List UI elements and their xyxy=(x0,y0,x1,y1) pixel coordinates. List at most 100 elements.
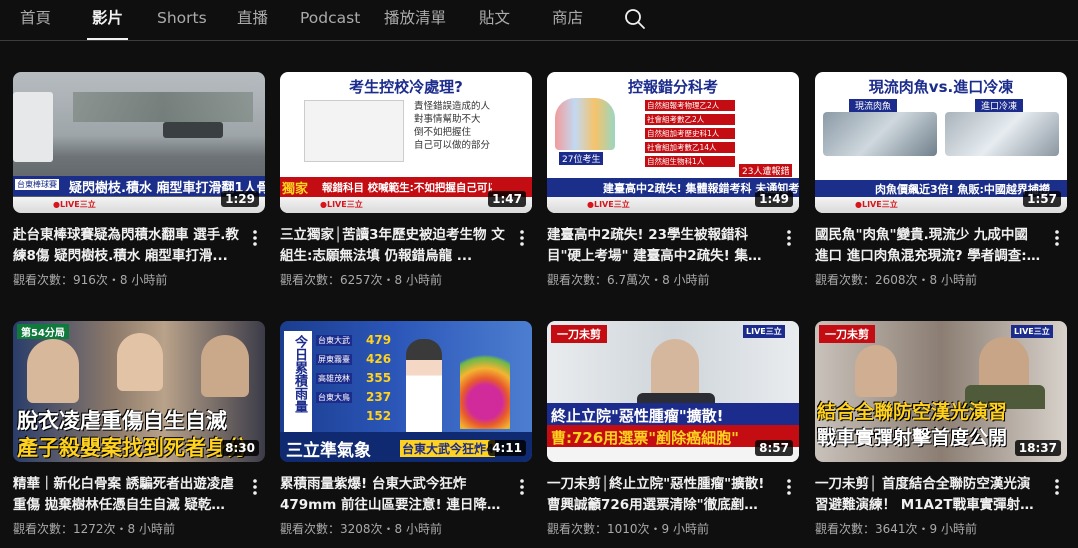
video-meta: 觀看次數：1272次・8 小時前 xyxy=(13,522,175,536)
live-badge: LIVE三立 xyxy=(1011,325,1053,338)
tab-shorts[interactable]: Shorts xyxy=(157,0,207,40)
treeline xyxy=(73,92,253,122)
duration-badge: 1:29 xyxy=(221,191,259,207)
more-vert-icon xyxy=(787,230,791,246)
fish-photo-right xyxy=(945,112,1059,156)
banner-text: 台東大武今狂炸479 xyxy=(400,440,495,457)
duration-badge: 8:57 xyxy=(755,440,793,456)
thumb-note: 責怪錯誤造成的人 對事情幫助不大 倒不如把握住 自己可以做的部分 xyxy=(414,100,524,170)
more-vert-icon xyxy=(1055,479,1059,495)
tab-home[interactable]: 首頁 xyxy=(20,0,51,40)
more-actions-button[interactable] xyxy=(512,475,532,499)
video-title[interactable]: 三立獨家│苦讀3年歷史被迫考生物 文組生:志願無法填 仍報錯烏龍 ... xyxy=(280,225,506,267)
more-actions-button[interactable] xyxy=(512,226,532,250)
video-card: 今日累積雨量 台東大武 479 屏東霧臺 426 高雄茂林 355 台東大鳥 237 1… xyxy=(280,321,532,541)
video-meta: 觀看次數：3208次・8 小時前 xyxy=(280,522,442,536)
thumb-heading: 控報錯分科考 xyxy=(627,78,718,96)
tab-posts[interactable]: 貼文 xyxy=(479,0,510,40)
video-card: 考生控校冷處理? 責怪錯誤造成的人 對事情幫助不大 倒不如把握住 自己可以做的部… xyxy=(280,72,532,292)
thumb-heading: 考生控校冷處理? xyxy=(349,78,463,96)
video-card: 台東棒球賽 疑閃樹枝.積水 廂型車打滑翻1人骨折 ●LIVE三立 1:29 赴台… xyxy=(13,72,265,292)
thumb-tag: 第54分局 xyxy=(17,324,69,339)
rainfall-map xyxy=(460,339,510,429)
more-vert-icon xyxy=(520,230,524,246)
presenter-figure xyxy=(406,339,442,435)
speaker-photo xyxy=(651,339,699,401)
video-card: 控報錯分科考 27位考生 自然組報考物理乙2人 社會組考數乙2人 自然組加考歷史… xyxy=(547,72,799,292)
thumb-headline: 終止立院"惡性腫瘤"擴散! xyxy=(547,403,799,425)
video-thumbnail[interactable]: 台東棒球賽 疑閃樹枝.積水 廂型車打滑翻1人骨折 ●LIVE三立 1:29 xyxy=(13,72,265,213)
truck-shape xyxy=(13,92,53,162)
more-actions-button[interactable] xyxy=(1047,226,1067,250)
tab-podcast[interactable]: Podcast xyxy=(300,0,360,40)
tab-store[interactable]: 商店 xyxy=(552,0,583,40)
duration-badge: 18:37 xyxy=(1014,440,1061,456)
search-icon xyxy=(625,9,645,29)
more-actions-button[interactable] xyxy=(245,475,265,499)
rain-value: 426 xyxy=(366,352,392,366)
more-vert-icon xyxy=(520,479,524,495)
tab-playlists[interactable]: 播放清單 xyxy=(384,0,446,40)
video-thumbnail[interactable]: 一刀未剪 LIVE三立 結合全聯防空漢光演習 戰車實彈射擊首度公開 18:37 xyxy=(815,321,1067,462)
more-actions-button[interactable] xyxy=(245,226,265,250)
place-name: 台東大武 xyxy=(316,335,352,346)
thumb-headline: 結合全聯防空漢光演習 xyxy=(817,401,1008,423)
video-thumbnail[interactable]: 今日累積雨量 台東大武 479 屏東霧臺 426 高雄茂林 355 台東大鳥 237 1… xyxy=(280,321,532,462)
more-vert-icon xyxy=(787,479,791,495)
place-name: 高雄茂林 xyxy=(316,373,352,384)
thumb-rows: 自然組報考物理乙2人 社會組考數乙2人 自然組加考歷史科1人 社會組加考數乙14… xyxy=(645,100,735,170)
video-thumbnail[interactable]: 一刀未剪 LIVE三立 終止立院"惡性腫瘤"擴散! 曹:726用選票"剷除癌細胞… xyxy=(547,321,799,462)
thumb-headline: 脫衣凌虐重傷自生自滅 xyxy=(17,409,227,433)
document-shape xyxy=(304,100,404,162)
left-label: 現流肉魚 xyxy=(849,99,898,112)
video-title[interactable]: 赴台東棒球賽疑為閃積水翻車 選手.教練8傷 疑閃樹枝.積水 廂型車打滑... xyxy=(13,225,239,267)
duration-badge: 8:30 xyxy=(221,440,259,456)
more-vert-icon xyxy=(253,230,257,246)
video-title[interactable]: 精華｜新化白骨案 誘騙死者出遊凌虐重傷 拋棄樹林任憑自生自滅 疑乾爹... xyxy=(13,474,239,516)
video-meta: 觀看次數：3641次・9 小時前 xyxy=(815,522,977,536)
video-thumbnail[interactable]: 考生控校冷處理? 責怪錯誤造成的人 對事情幫助不大 倒不如把握住 自己可以做的部… xyxy=(280,72,532,213)
channel-tab-bar: 首頁 影片 Shorts 直播 Podcast 播放清單 貼文 商店 xyxy=(0,0,1078,41)
banner-tag: 台東棒球賽 xyxy=(15,179,59,190)
video-title[interactable]: 國民魚"肉魚"變貴.現流少 九成中國進口 進口肉魚混充現流? 學者調查:中... xyxy=(815,225,1041,267)
search-button[interactable] xyxy=(622,6,648,32)
video-thumbnail[interactable]: 控報錯分科考 27位考生 自然組報考物理乙2人 社會組考數乙2人 自然組加考歷史… xyxy=(547,72,799,213)
video-meta: 觀看次數：6.7萬次・8 小時前 xyxy=(547,273,710,287)
video-thumbnail[interactable]: 現流肉魚vs.進口冷凍 現流肉魚 進口冷凍 肉魚價飆近3倍! 魚販:中國越界捕撈… xyxy=(815,72,1067,213)
place-name: 屏東霧臺 xyxy=(316,354,352,365)
person-photo xyxy=(27,339,79,403)
rain-value: 479 xyxy=(366,333,392,347)
duration-badge: 4:11 xyxy=(488,440,526,456)
video-title[interactable]: 一刀未剪│ 首度結合全聯防空漢光演習避難演練！ M1A2T戰車實彈射擊... xyxy=(815,474,1041,516)
side-label: 今日累積雨量 xyxy=(292,335,307,413)
more-actions-button[interactable] xyxy=(779,226,799,250)
more-actions-button[interactable] xyxy=(779,475,799,499)
tab-live[interactable]: 直播 xyxy=(237,0,268,40)
more-actions-button[interactable] xyxy=(1047,475,1067,499)
video-meta: 觀看次數：6257次・8 小時前 xyxy=(280,273,442,287)
banner-tag: 獨家 xyxy=(282,182,309,197)
van-shape xyxy=(163,122,223,138)
rain-value: 355 xyxy=(366,371,392,385)
rainfall-list: 台東大武 479 屏東霧臺 426 高雄茂林 355 台東大鳥 237 152 xyxy=(316,333,402,428)
person-photo xyxy=(117,333,163,391)
video-meta: 觀看次數：2608次・8 小時前 xyxy=(815,273,977,287)
tab-videos[interactable]: 影片 xyxy=(86,0,129,40)
row-label: 自然組加考歷史科1人 xyxy=(645,128,735,139)
show-logo: 一刀未剪 xyxy=(551,325,607,343)
video-title[interactable]: 建臺高中2疏失! 23學生被報錯科目"硬上考場" 建臺高中2疏失! 集體... xyxy=(547,225,773,267)
video-title[interactable]: 一刀未剪│終止立院"惡性腫瘤"擴散! 曹興誠籲726用選票清除"徹底剷除... xyxy=(547,474,773,516)
duration-badge: 1:49 xyxy=(755,191,793,207)
video-thumbnail[interactable]: 第54分局 脫衣凌虐重傷自生自滅 產子殺嬰案找到死者身分 8:30 xyxy=(13,321,265,462)
live-badge: LIVE三立 xyxy=(743,325,785,338)
video-card: 一刀未剪 LIVE三立 終止立院"惡性腫瘤"擴散! 曹:726用選票"剷除癌細胞… xyxy=(547,321,799,541)
video-card: 一刀未剪 LIVE三立 結合全聯防空漢光演習 戰車實彈射擊首度公開 18:37 … xyxy=(815,321,1067,541)
row-label: 自然組生物科1人 xyxy=(645,156,735,167)
thumb-tag: 23人遭報錯 xyxy=(739,164,793,177)
thumb-subheadline: 產子殺嬰案找到死者身分 xyxy=(17,436,248,460)
video-title[interactable]: 累積雨量紫爆! 台東大武今狂炸479mm 前往山區要注意! 連日降雨... xyxy=(280,474,506,516)
brand-text: ●LIVE三立 xyxy=(855,200,898,209)
show-logo: 一刀未剪 xyxy=(819,325,875,343)
more-vert-icon xyxy=(1055,230,1059,246)
place-name: 台東大鳥 xyxy=(316,392,352,403)
